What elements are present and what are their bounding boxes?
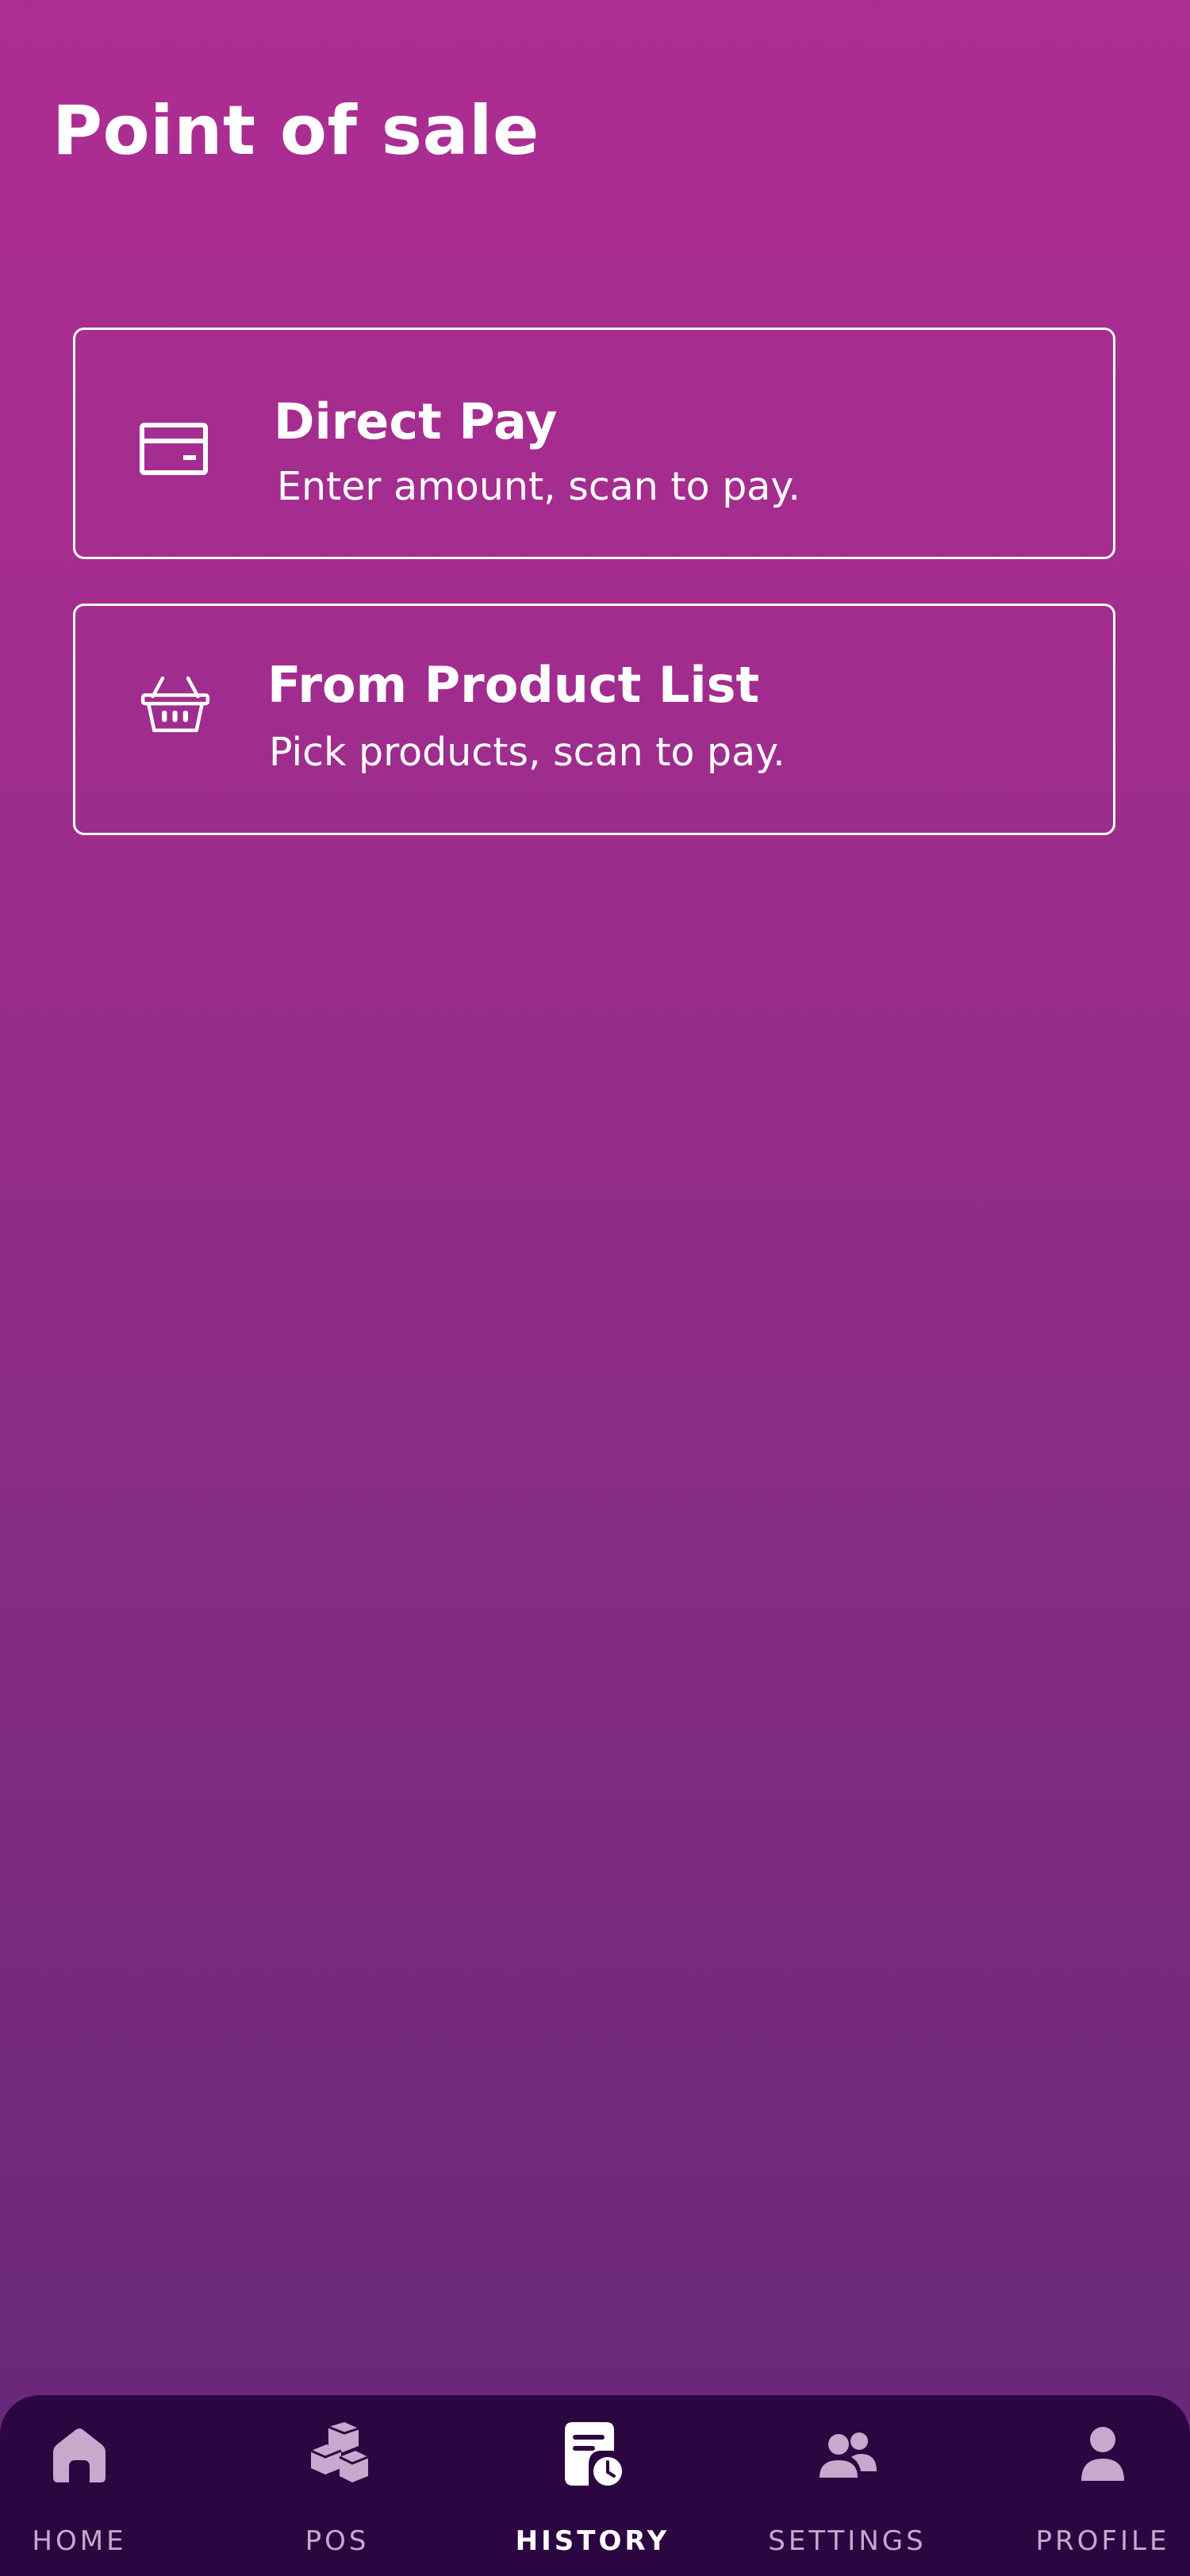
product-list-subtitle: Pick products, scan to pay. xyxy=(269,730,785,775)
bottom-navigation: HOME POS HISTORY SETTINGS PROFILE xyxy=(0,2395,1190,2576)
users-icon xyxy=(820,2432,877,2478)
nav-label-pos: POS xyxy=(305,2525,370,2557)
nav-label-history: HISTORY xyxy=(515,2525,670,2557)
direct-pay-card[interactable]: Direct Pay Enter amount, scan to pay. xyxy=(73,328,1115,559)
nav-item-history[interactable]: HISTORY xyxy=(474,2395,712,2576)
person-icon xyxy=(1081,2427,1124,2481)
nav-label-profile: PROFILE xyxy=(1035,2525,1170,2557)
home-icon xyxy=(53,2428,106,2482)
credit-card-icon xyxy=(140,423,208,475)
direct-pay-title: Direct Pay xyxy=(274,393,558,450)
product-list-card[interactable]: From Product List Pick products, scan to… xyxy=(73,604,1115,835)
nav-label-settings: SETTINGS xyxy=(768,2525,927,2557)
nav-item-pos[interactable]: POS xyxy=(218,2395,456,2576)
history-icon xyxy=(565,2422,625,2489)
nav-label-home: HOME xyxy=(32,2525,127,2557)
nav-item-settings[interactable]: SETTINGS xyxy=(728,2395,966,2576)
basket-icon xyxy=(140,676,210,733)
nav-item-home[interactable]: HOME xyxy=(0,2395,198,2576)
boxes-icon xyxy=(310,2422,369,2482)
direct-pay-subtitle: Enter amount, scan to pay. xyxy=(277,464,800,509)
page-title: Point of sale xyxy=(52,91,539,171)
product-list-title: From Product List xyxy=(267,656,760,714)
nav-item-profile[interactable]: PROFILE xyxy=(984,2395,1190,2576)
